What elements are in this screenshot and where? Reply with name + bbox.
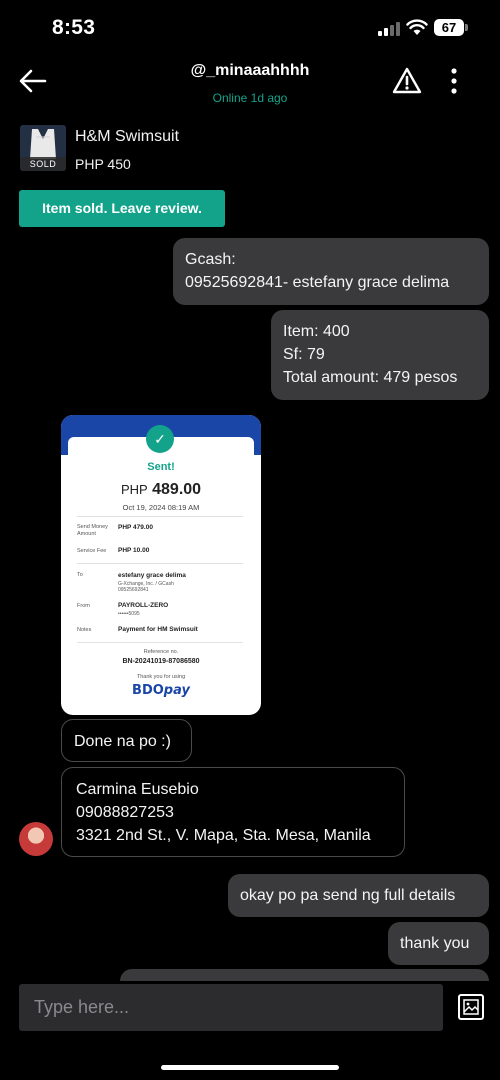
battery-nub bbox=[465, 24, 468, 31]
reference-value: BN-20241019-87086580 bbox=[122, 658, 200, 665]
checkmark-icon: ✓ bbox=[146, 425, 174, 453]
message-line: Total amount: 479 pesos bbox=[283, 369, 458, 386]
to-name: estefany grace delima bbox=[118, 572, 186, 579]
wifi-icon bbox=[406, 19, 428, 35]
from-label: From bbox=[77, 603, 90, 609]
status-bar: 8:53 67 bbox=[0, 0, 500, 56]
product-thumbnail[interactable]: SOLD bbox=[20, 125, 66, 171]
message-line: 3321 2nd St., V. Mapa, Sta. Mesa, Manila bbox=[76, 827, 371, 844]
attach-image-icon[interactable] bbox=[457, 993, 485, 1021]
divider bbox=[77, 563, 243, 564]
message-bubble-outgoing[interactable]: Gcash: 09525692841- estefany grace delim… bbox=[173, 238, 489, 305]
from-name: PAYROLL-ZERO bbox=[118, 602, 169, 609]
receipt-amount: PHP 489.00 bbox=[61, 481, 261, 499]
message-input[interactable] bbox=[19, 984, 443, 1031]
clock: 8:53 bbox=[52, 16, 96, 39]
cellular-signal-icon bbox=[378, 22, 402, 36]
battery-icon: 67 bbox=[434, 19, 464, 36]
to-number: 09525692841 bbox=[118, 587, 149, 593]
send-money-label: Send Money Amount bbox=[77, 524, 108, 537]
message-line: 09525692841- estefany grace delima bbox=[185, 274, 450, 291]
message-line: 09088827253 bbox=[76, 804, 174, 821]
message-line: Carmina Eusebio bbox=[76, 781, 199, 798]
message-line: Sf: 79 bbox=[283, 346, 325, 363]
reference-label: Reference no. bbox=[143, 649, 179, 655]
to-label: To bbox=[77, 572, 83, 578]
message-bubble-incoming[interactable]: Done na po :) bbox=[61, 719, 192, 762]
notes-label: Notes bbox=[77, 627, 92, 633]
report-warning-icon[interactable] bbox=[392, 66, 422, 96]
from-account: ••••••5095 bbox=[118, 611, 140, 617]
home-indicator[interactable] bbox=[161, 1065, 339, 1070]
product-price: PHP 450 bbox=[75, 156, 131, 172]
leave-review-button[interactable]: Item sold. Leave review. bbox=[19, 190, 225, 227]
message-line: okay po pa send ng full details bbox=[240, 887, 456, 904]
notes-value: Payment for HM Swimsuit bbox=[118, 626, 198, 633]
message-line: Done na po :) bbox=[74, 733, 171, 750]
message-bubble-outgoing[interactable]: thank you bbox=[388, 922, 489, 965]
message-bubble-incoming[interactable]: Carmina Eusebio 09088827253 3321 2nd St.… bbox=[61, 767, 405, 857]
receipt-date: Oct 19, 2024 08:19 AM bbox=[122, 503, 200, 512]
service-fee-value: PHP 10.00 bbox=[118, 547, 150, 554]
chat-username[interactable]: @_minaaahhhh bbox=[0, 62, 500, 80]
message-line: thank you bbox=[400, 935, 470, 952]
send-money-value: PHP 479.00 bbox=[118, 524, 153, 531]
receipt-currency: PHP bbox=[120, 482, 148, 497]
message-bubble-partial bbox=[120, 969, 489, 981]
divider bbox=[77, 516, 243, 517]
thanks-text: Thank you for using bbox=[136, 674, 186, 680]
message-line: Gcash: bbox=[185, 251, 236, 268]
message-bubble-outgoing[interactable]: okay po pa send ng full details bbox=[228, 874, 489, 917]
online-status: Online 1d ago bbox=[212, 91, 288, 105]
receipt-status: Sent! bbox=[147, 461, 175, 473]
avatar[interactable] bbox=[19, 822, 53, 856]
message-line: Item: 400 bbox=[283, 323, 350, 340]
message-input-container[interactable] bbox=[19, 984, 443, 1031]
product-title[interactable]: H&M Swimsuit bbox=[75, 128, 179, 146]
bdo-pay-logo: BDOpay bbox=[132, 683, 190, 698]
payment-receipt-image[interactable]: ✓ Sent! PHP 489.00 Oct 19, 2024 08:19 AM… bbox=[61, 415, 261, 715]
sold-badge: SOLD bbox=[20, 157, 66, 171]
receipt-amount-value: 489.00 bbox=[152, 481, 202, 498]
divider bbox=[77, 642, 243, 643]
more-options-icon[interactable] bbox=[444, 66, 464, 96]
service-fee-label: Service Fee bbox=[77, 548, 107, 554]
message-bubble-outgoing[interactable]: Item: 400 Sf: 79 Total amount: 479 pesos bbox=[271, 310, 489, 400]
